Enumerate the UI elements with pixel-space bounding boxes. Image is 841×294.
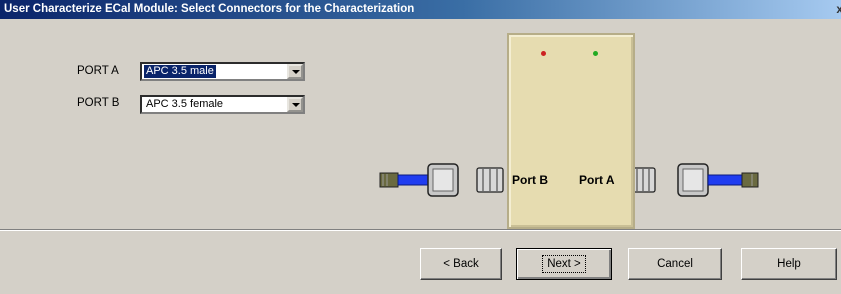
next-button[interactable]: Next > xyxy=(516,248,612,280)
cable-right xyxy=(707,174,743,186)
module-port-a-label: Port A xyxy=(579,173,615,187)
help-button-label: Help xyxy=(777,258,801,270)
back-button-label: < Back xyxy=(443,258,479,270)
ecal-module: Port B Port A xyxy=(507,33,635,229)
characterize-dialog: User Characterize ECal Module: Select Co… xyxy=(0,0,841,294)
led-red-icon xyxy=(541,51,546,56)
cable-left xyxy=(397,174,429,186)
separator xyxy=(0,229,841,231)
help-button[interactable]: Help xyxy=(741,248,837,280)
cancel-button[interactable]: Cancel xyxy=(628,248,722,280)
cancel-button-label: Cancel xyxy=(657,258,693,270)
led-green-icon xyxy=(593,51,598,56)
module-port-b-label: Port B xyxy=(512,173,548,187)
next-button-label: Next > xyxy=(542,255,586,273)
back-button[interactable]: < Back xyxy=(420,248,502,280)
cable-end-right-icon xyxy=(741,172,759,188)
